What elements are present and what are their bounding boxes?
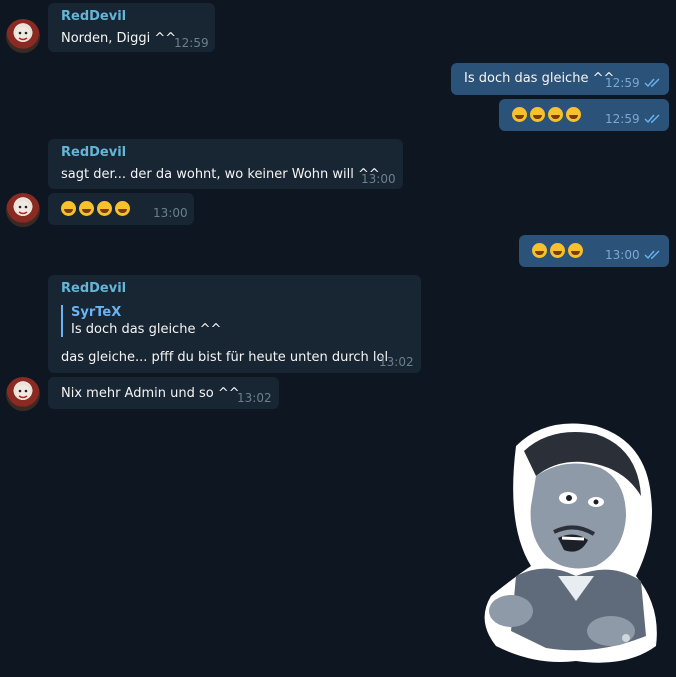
message-text: Norden, Diggi ^^ [61, 31, 177, 46]
sender-name[interactable]: RedDevil [61, 9, 126, 24]
message-text: sagt der... der da wohnt, wo keiner Wohn… [61, 167, 380, 182]
rolling-laugh-emoji [548, 107, 563, 122]
reply-text: Is doch das gleiche ^^ [71, 322, 222, 337]
message-time: 12:59 [605, 76, 640, 90]
message-bubble[interactable]: Nix mehr Admin und so ^^ 13:02 [48, 377, 279, 409]
emoji-row [61, 201, 133, 216]
message-bubble[interactable]: 13:00 [48, 193, 194, 225]
message-time: 13:02 [379, 355, 414, 369]
message-time: 13:00 [153, 206, 188, 220]
grinning-emoji [532, 243, 547, 258]
reply-quote[interactable]: SyrTeX Is doch das gleiche ^^ [61, 305, 221, 337]
message-bubble[interactable]: Is doch das gleiche ^^ 12:59 [451, 63, 669, 95]
avatar[interactable] [6, 377, 40, 411]
avatar[interactable] [6, 193, 40, 227]
grinning-emoji [568, 243, 583, 258]
message-time: 13:00 [361, 172, 396, 186]
message-bubble[interactable]: RedDevil sagt der... der da wohnt, wo ke… [48, 139, 403, 189]
joy-emoji [115, 201, 130, 216]
avatar[interactable] [6, 19, 40, 53]
message-bubble[interactable]: RedDevil SyrTeX Is doch das gleiche ^^ d… [48, 275, 421, 373]
kiss-emoji [61, 201, 76, 216]
scared-man-sticker[interactable] [476, 416, 662, 668]
message-time: 12:59 [174, 36, 209, 50]
message-bubble[interactable]: 12:59 [499, 99, 669, 131]
message-time: 13:00 [605, 248, 640, 262]
rolling-laugh-emoji [512, 107, 527, 122]
reply-sender: SyrTeX [71, 305, 122, 320]
rolling-laugh-emoji [530, 107, 545, 122]
double-check-icon [644, 250, 660, 260]
rolling-laugh-emoji [566, 107, 581, 122]
double-check-icon [644, 114, 660, 124]
message-time: 13:02 [237, 391, 272, 405]
message-text: Nix mehr Admin und so ^^ [61, 386, 240, 401]
sender-name[interactable]: RedDevil [61, 281, 126, 296]
message-bubble[interactable]: RedDevil Norden, Diggi ^^ 12:59 [48, 3, 215, 52]
joy-emoji [97, 201, 112, 216]
message-text: Is doch das gleiche ^^ [464, 71, 615, 86]
grinning-emoji [550, 243, 565, 258]
emoji-row [532, 243, 586, 258]
message-bubble[interactable]: 13:00 [519, 235, 669, 267]
emoji-row [512, 107, 584, 122]
message-time: 12:59 [605, 112, 640, 126]
joy-emoji [79, 201, 94, 216]
double-check-icon [644, 78, 660, 88]
message-text: das gleiche... pfff du bist für heute un… [61, 350, 389, 365]
sender-name[interactable]: RedDevil [61, 145, 126, 160]
